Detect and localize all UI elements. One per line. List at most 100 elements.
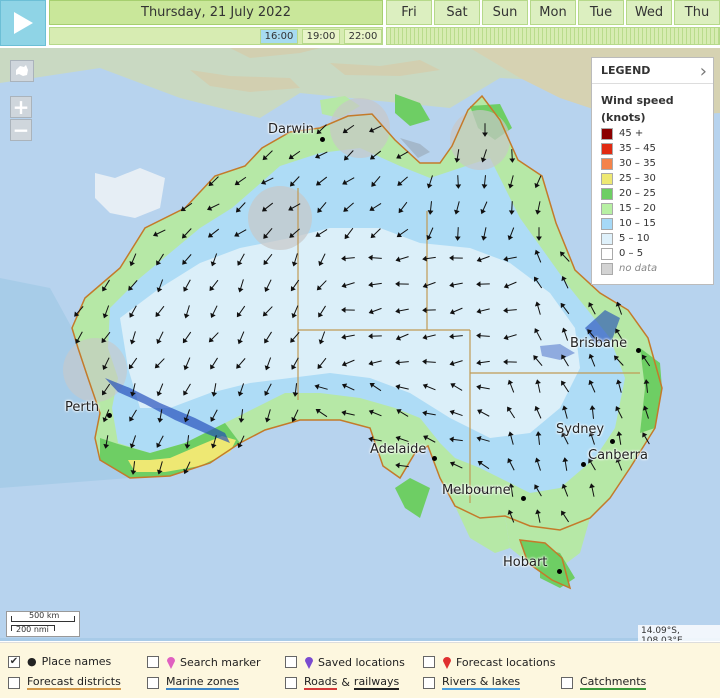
place-darwin: Darwin: [268, 122, 314, 137]
top-bar: Thursday, 21 July 2022 Fri Sat Sun Mon T…: [0, 0, 720, 48]
wind-map[interactable]: + − Darwin Brisbane Perth Sydney Canberr…: [0, 48, 720, 641]
checkbox-rivers-lakes[interactable]: [423, 676, 435, 689]
option-label-railways: railways: [353, 675, 400, 690]
checkbox-roads-railways[interactable]: [285, 676, 297, 689]
option-forecast-locations[interactable]: Forecast locations: [423, 655, 555, 669]
option-forecast-districts[interactable]: Forecast districts: [8, 675, 121, 690]
checkbox-place-names[interactable]: ✔: [8, 655, 20, 668]
legend-swatch: [601, 247, 613, 260]
chevron-right-icon[interactable]: ›: [700, 61, 707, 82]
legend-item: 15 – 20: [592, 201, 713, 216]
option-label-roads: Roads: [304, 675, 338, 690]
marker-darwin: [320, 137, 325, 142]
home-view-button[interactable]: [10, 60, 34, 82]
legend-swatch: [601, 202, 613, 215]
legend-label: 30 – 35: [619, 158, 656, 169]
current-date: Thursday, 21 July 2022: [49, 0, 383, 25]
future-time-slider[interactable]: [386, 27, 720, 45]
legend-swatch: [601, 262, 613, 275]
place-perth: Perth: [65, 400, 100, 415]
option-label: Catchments: [580, 675, 647, 690]
legend-label: 45 +: [619, 128, 644, 139]
marker-canberra: [581, 462, 586, 467]
option-place-names[interactable]: ✔ ● Place names: [8, 655, 111, 668]
checkbox-saved-locations[interactable]: [285, 656, 297, 668]
option-search-marker[interactable]: Search marker: [147, 655, 261, 669]
saved-location-icon: [305, 657, 313, 669]
marker-adelaide: [432, 456, 437, 461]
zoom-out-icon: −: [12, 118, 30, 142]
option-marine-zones[interactable]: Marine zones: [147, 675, 240, 690]
day-thu[interactable]: Thu: [674, 0, 720, 25]
legend-swatch: [601, 157, 613, 170]
day-tue[interactable]: Tue: [578, 0, 624, 25]
legend-panel: LEGEND › Wind speed (knots) 45 + 35 – 45 3…: [591, 57, 714, 285]
option-rivers-lakes[interactable]: Rivers & lakes: [423, 675, 521, 690]
legend-header: LEGEND: [592, 58, 713, 84]
place-hobart: Hobart: [503, 555, 548, 570]
play-button[interactable]: [0, 0, 46, 46]
zoom-out-button[interactable]: −: [10, 118, 32, 142]
checkbox-marine-zones[interactable]: [147, 676, 159, 689]
legend-item: 25 – 30: [592, 171, 713, 186]
scale-km: 500 km: [29, 611, 60, 620]
option-label: Forecast districts: [27, 675, 121, 690]
place-sydney: Sydney: [556, 422, 605, 437]
marker-perth: [107, 413, 112, 418]
option-label-amp: &: [341, 676, 350, 689]
day-mon[interactable]: Mon: [530, 0, 576, 25]
day-fri[interactable]: Fri: [386, 0, 432, 25]
legend-item: 10 – 15: [592, 216, 713, 231]
legend-label: 10 – 15: [619, 218, 656, 229]
scale-bar: 500 km 200 nmi: [6, 611, 80, 637]
time-2200[interactable]: 22:00: [344, 29, 382, 44]
legend-item: 5 – 10: [592, 231, 713, 246]
legend-label: 15 – 20: [619, 203, 656, 214]
day-sun[interactable]: Sun: [482, 0, 528, 25]
legend-label: 20 – 25: [619, 188, 656, 199]
legend-item: 20 – 25: [592, 186, 713, 201]
option-roads-railways[interactable]: Roads & railways: [285, 675, 400, 690]
option-label: Forecast locations: [456, 655, 556, 669]
legend-swatch: [601, 127, 613, 140]
option-label: Rivers & lakes: [442, 675, 521, 690]
search-marker-icon: [167, 657, 175, 669]
option-saved-locations[interactable]: Saved locations: [285, 655, 405, 669]
place-adelaide: Adelaide: [370, 442, 427, 457]
place-brisbane: Brisbane: [570, 336, 628, 351]
place-dot-icon: ●: [27, 655, 37, 668]
day-sat[interactable]: Sat: [434, 0, 480, 25]
zoom-in-button[interactable]: +: [10, 95, 32, 119]
forecast-location-icon: [443, 657, 451, 669]
time-1600[interactable]: 16:00: [260, 29, 298, 44]
legend-swatch: [601, 172, 613, 185]
cursor-coordinates: 14.09°S, 108.03°E: [638, 625, 720, 641]
zoom-in-icon: +: [12, 95, 30, 119]
option-label: Search marker: [180, 655, 261, 669]
legend-label: no data: [619, 263, 658, 274]
marker-hobart: [557, 569, 562, 574]
legend-label: 25 – 30: [619, 173, 656, 184]
legend-item: 0 – 5: [592, 246, 713, 261]
legend-item: no data: [592, 261, 713, 276]
marker-brisbane: [636, 348, 641, 353]
marker-sydney: [610, 439, 615, 444]
option-catchments[interactable]: Catchments: [561, 675, 647, 690]
time-1900[interactable]: 19:00: [302, 29, 340, 44]
legend-title-text: Wind speed: [601, 94, 674, 107]
legend-item: 45 +: [592, 126, 713, 141]
checkbox-catchments[interactable]: [561, 676, 573, 689]
place-melbourne: Melbourne: [442, 483, 511, 498]
legend-swatch: [601, 217, 613, 230]
checkbox-forecast-districts[interactable]: [8, 676, 20, 689]
checkbox-forecast-locations[interactable]: [423, 656, 435, 668]
checkbox-search-marker[interactable]: [147, 656, 159, 668]
legend-list: 45 + 35 – 45 30 – 35 25 – 30 20 – 25 15 – 20 1…: [592, 126, 713, 276]
legend-item: 35 – 45: [592, 141, 713, 156]
legend-label: 0 – 5: [619, 248, 644, 259]
legend-title: Wind speed (knots): [592, 84, 713, 126]
day-wed[interactable]: Wed: [626, 0, 672, 25]
legend-swatch: [601, 142, 613, 155]
option-label: Place names: [41, 655, 112, 668]
legend-item: 30 – 35: [592, 156, 713, 171]
